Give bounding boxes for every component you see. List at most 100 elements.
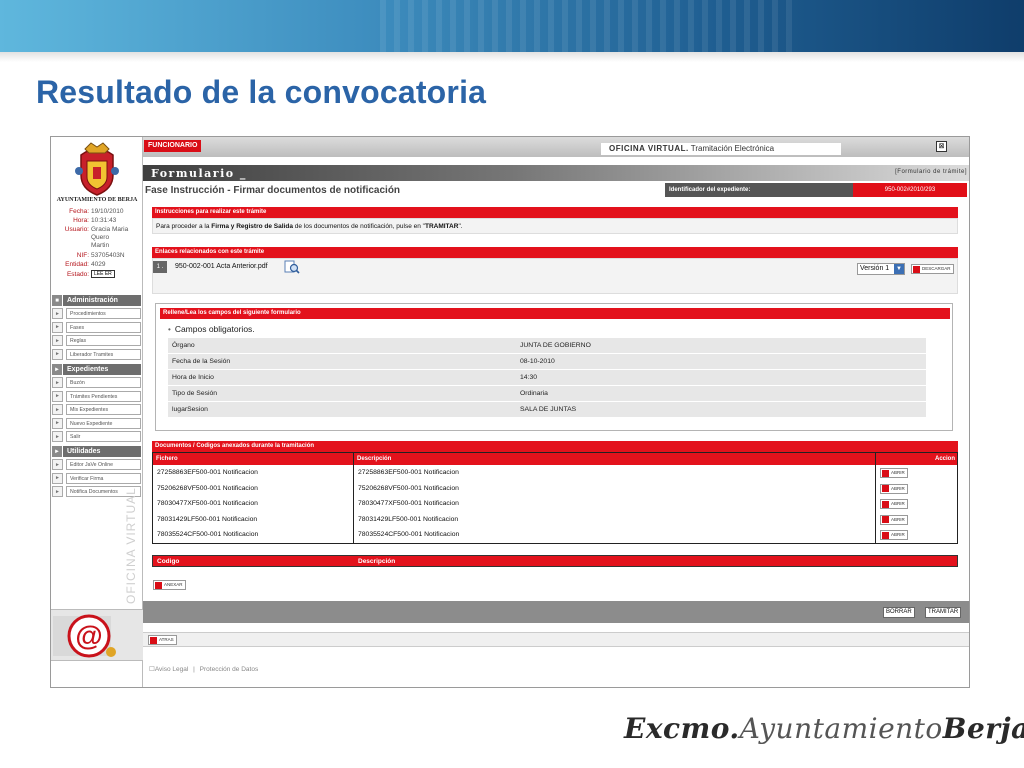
open-button[interactable]: ABRIR [880,483,908,494]
menu-item[interactable]: ► Salir [52,431,141,443]
open-button[interactable]: ABRIR [880,468,908,478]
slide-header-band [0,0,1024,52]
menu-item[interactable]: ► Mis Expedientes [52,404,141,416]
svg-text:@: @ [75,620,102,651]
open-icon [882,469,889,477]
at-sign-icon: @ [53,614,116,658]
version-select[interactable]: Versión 1 ▼ [857,263,905,275]
menu-item[interactable]: ► Buzón [52,377,141,388]
menu-item[interactable]: ► Trámites Pendientes [52,390,141,402]
legal-links: ☐Aviso Legal | Protección de Datos [149,666,259,673]
menu-item[interactable]: ► Nuevo Expediente [52,417,141,429]
form-field-row: Órgano JUNTA DE GOBIERNO [168,338,926,353]
table-row: 78030477XF500-001 Notificacion 78030477XF… [157,500,459,507]
required-note: • Campos obligatorios. [168,324,255,334]
documents-header: Documentos / Codigos anexados durante la… [152,441,958,452]
linked-file-name[interactable]: 950-002-001 Acta Anterior.pdf [175,263,268,270]
codes-table-header: Codigo Descripción [152,555,958,567]
menu-section-administracion: ■ Administración ► Procedimientos ► Fases ►… [52,295,141,362]
info-row: Entidad: 4029 [65,261,106,268]
info-row: NIF: 53705403N [76,252,125,259]
expedient-id-label: Identificador del expediente: [665,183,853,197]
arrow-icon: ► [52,459,63,470]
menu-header[interactable]: ■ Administración [52,295,141,306]
header-divider [0,52,1024,62]
attach-button[interactable]: ANEXAR [153,580,186,590]
column-header-file: Fichero [153,453,353,465]
close-button[interactable]: ⊠ [936,141,947,152]
menu-item[interactable]: ► Verificar Firma [52,472,141,484]
status-button[interactable]: LEE ER [91,270,115,278]
menu-item[interactable]: ► Editor JaVe Online [52,459,141,470]
municipality-name: AYUNTAMIENTO DE BERJA [56,197,138,203]
main-panel: FUNCIONARIO OFICINA VIRTUAL. Tramitación… [143,137,969,687]
section-icon: ► [52,364,63,375]
expedient-id-value: 950-002#2010/293 [853,183,967,197]
arrow-icon: ► [52,308,63,319]
left-sidebar: AYUNTAMIENTO DE BERJA Fecha: 19/10/2010 H… [51,137,143,687]
download-icon [913,265,920,273]
slide-title: Resultado de la convocatoria [36,74,487,110]
download-button[interactable]: DESCARGAR [911,264,954,274]
links-panel [152,258,958,294]
privacy-link[interactable]: Protección de Datos [200,666,259,673]
form-field-row: Fecha de la Sesión 08-10-2010 [168,354,926,369]
form-field-row: Tipo de Sesión Ordinaria [168,386,926,401]
open-button[interactable]: ABRIR [880,499,908,509]
menu-item[interactable]: ► Fases [52,321,141,333]
menu-header[interactable]: ► Utilidades [52,446,141,457]
menu-item[interactable]: ► Liberador Tramites [52,348,141,360]
delete-button[interactable]: BORRAR [883,607,915,618]
document-search-icon[interactable] [284,260,300,274]
back-button[interactable]: ATRAS [148,635,177,645]
menu-section-expedientes: ► Expedientes ► Buzón ► Trámites Pendientes… [52,364,141,445]
open-button[interactable]: ABRIR [880,514,908,525]
legal-notice-link[interactable]: ☐Aviso Legal [149,666,188,673]
phase-title: Fase Instrucción - Firmar documentos de … [145,185,401,196]
open-icon [882,516,889,523]
form-fields-header: Rellene/Lea los campos del siguiente for… [160,308,950,319]
navigation-bar: ATRAS [143,632,969,647]
arrow-icon: ► [52,472,63,484]
instructions-header: Instrucciones para realizar este trámite [152,207,958,218]
table-row: 78035524CF500-001 Notificacion 78035524CF… [157,531,460,538]
form-field-row: lugarSesion SALA DE JUNTAS [168,402,926,417]
arrow-icon: ► [52,417,63,429]
menu-header[interactable]: ► Expedientes [52,364,141,375]
action-bar: BORRAR TRAMITAR [143,601,969,623]
column-header-description: Descripción [358,558,396,565]
table-row: 78031429LF500-001 Notificacion 78031429LF… [157,515,459,523]
arrow-icon: ► [52,348,63,360]
open-icon [882,531,889,539]
arrow-icon: ► [52,321,63,333]
table-row: 75206268VF500-001 Notificacion 75206268VF… [157,484,459,492]
section-icon: ► [52,446,63,457]
arrow-icon: ► [52,390,63,402]
chevron-down-icon: ▼ [894,264,904,274]
link-number: 1 . [153,261,167,273]
arrow-icon: ► [52,377,63,388]
info-row: Hora: 10:31:43 [73,217,117,224]
app-header: FUNCIONARIO OFICINA VIRTUAL. Tramitación… [143,137,969,157]
arrow-icon: ► [52,486,63,498]
menu-item[interactable]: ► Procedimientos [52,308,141,319]
attach-icon [155,581,162,589]
column-header-code: Codigo [157,558,180,565]
column-header-description: Descripción [354,453,875,465]
presentation-slide: Resultado de la convocatoria AYUNTAMIENT… [0,0,1024,768]
menu-item[interactable]: ► Reglas [52,335,141,347]
column-header-action: Accion [876,453,957,465]
open-button[interactable]: ABRIR [880,530,908,540]
section-icon: ■ [52,295,63,306]
at-sign-logo: @ [51,609,143,661]
arrow-icon: ► [52,431,63,443]
open-icon [882,500,889,508]
form-field-row: Hora de Inicio 14:30 [168,370,926,385]
footer-brand: Excmo.AyuntamientoBerja [624,712,1024,745]
arrow-icon: ► [52,335,63,347]
form-type-link[interactable]: [Formulario de trámite] [895,169,967,175]
status-row: Estado: LEE ER [51,270,143,278]
arrow-icon: ► [52,404,63,416]
vertical-watermark: OFICINA VIRTUAL [124,487,138,604]
process-button[interactable]: TRAMITAR [925,607,962,618]
